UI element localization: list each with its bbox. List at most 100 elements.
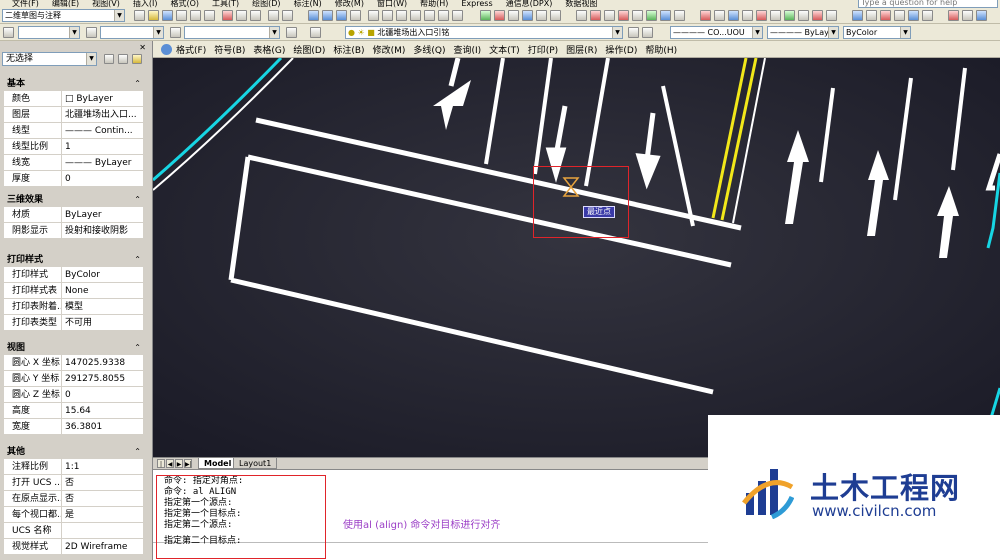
- chevron-down-icon[interactable]: ▼: [114, 10, 124, 21]
- tool-icon-10[interactable]: [618, 10, 629, 21]
- property-row[interactable]: 阴影显示 投射和接收阴影: [4, 223, 143, 239]
- chevron-down-icon[interactable]: ▼: [752, 27, 762, 38]
- collapse-chevron-icon[interactable]: ⌃: [134, 193, 141, 207]
- property-row[interactable]: UCS 名称: [4, 523, 143, 539]
- tool-icon-12[interactable]: [646, 10, 657, 21]
- tool-icon-14[interactable]: [674, 10, 685, 21]
- tool-icon-1[interactable]: [480, 10, 491, 21]
- property-value[interactable]: ——— Contin...: [62, 123, 143, 138]
- tool-icon-8[interactable]: [590, 10, 601, 21]
- menu-item[interactable]: Express: [461, 0, 492, 8]
- property-value[interactable]: 北疆堆场出入口...: [62, 107, 143, 122]
- property-value[interactable]: None: [62, 283, 143, 298]
- tool-icon-21[interactable]: [784, 10, 795, 21]
- zoom-previous-icon[interactable]: [350, 10, 361, 21]
- text-style-icon[interactable]: [3, 27, 14, 38]
- tool-palettes-icon[interactable]: [396, 10, 407, 21]
- lineweight-select[interactable]: ———— ByLayer ▼: [767, 26, 839, 39]
- property-row[interactable]: 线宽 ——— ByLayer: [4, 155, 143, 171]
- menu-item[interactable]: 格式(O): [170, 0, 199, 8]
- property-value[interactable]: 是: [62, 507, 143, 522]
- tool-icon-26[interactable]: [866, 10, 877, 21]
- save-icon[interactable]: [162, 10, 173, 21]
- layer-properties-icon[interactable]: [310, 27, 321, 38]
- property-row[interactable]: 每个视口都... 是: [4, 507, 143, 523]
- menu-item[interactable]: 插入(I): [133, 0, 158, 8]
- property-value[interactable]: □ ByLayer: [62, 91, 143, 106]
- property-value[interactable]: ——— ByLayer: [62, 155, 143, 170]
- markup-icon[interactable]: [424, 10, 435, 21]
- property-value[interactable]: 1:1: [62, 459, 143, 474]
- collapse-chevron-icon[interactable]: ⌃: [134, 77, 141, 91]
- property-value[interactable]: 2D Wireframe: [62, 539, 143, 554]
- menu-item[interactable]: 数据视图: [565, 0, 597, 8]
- workspace-select[interactable]: 二维草图与注释 ▼: [2, 9, 125, 22]
- drawing-menu-item[interactable]: 文本(T): [489, 43, 520, 56]
- make-current-layer-icon[interactable]: [628, 27, 639, 38]
- tool-icon-20[interactable]: [770, 10, 781, 21]
- section-header[interactable]: 打印样式 ⌃: [4, 253, 143, 267]
- tool-icon-25[interactable]: [852, 10, 863, 21]
- chevron-down-icon[interactable]: ▼: [69, 27, 79, 38]
- multileader-icon[interactable]: [286, 27, 297, 38]
- property-row[interactable]: 打印样式 ByColor: [4, 267, 143, 283]
- pan-icon[interactable]: [308, 10, 319, 21]
- property-row[interactable]: 打印表类型 不可用: [4, 315, 143, 331]
- section-header[interactable]: 其他 ⌃: [4, 445, 143, 459]
- tool-icon-17[interactable]: [728, 10, 739, 21]
- property-value[interactable]: 否: [62, 491, 143, 506]
- table-style-icon[interactable]: [170, 27, 181, 38]
- new-file-icon[interactable]: [134, 10, 145, 21]
- publish-icon[interactable]: [204, 10, 215, 21]
- property-value[interactable]: 模型: [62, 299, 143, 314]
- property-value[interactable]: 15.64: [62, 403, 143, 418]
- tool-icon-3[interactable]: [508, 10, 519, 21]
- tool-icon-31[interactable]: [948, 10, 959, 21]
- chevron-down-icon[interactable]: ▼: [828, 27, 838, 38]
- undo-icon[interactable]: [268, 10, 279, 21]
- calculator-icon[interactable]: [438, 10, 449, 21]
- property-value[interactable]: 投射和接收阴影: [62, 223, 143, 238]
- tool-icon-9[interactable]: [604, 10, 615, 21]
- property-value[interactable]: 0: [62, 171, 143, 186]
- tool-icon-11[interactable]: [632, 10, 643, 21]
- tool-icon-13[interactable]: [660, 10, 671, 21]
- menu-item[interactable]: 帮助(H): [420, 0, 448, 8]
- drawing-menu-item[interactable]: 标注(B): [333, 43, 364, 56]
- dim-style-select[interactable]: ▼: [100, 26, 164, 39]
- property-value[interactable]: 0: [62, 387, 143, 402]
- last-tab-icon[interactable]: ▶|: [184, 459, 192, 468]
- menu-item[interactable]: 修改(M): [335, 0, 364, 8]
- menu-item[interactable]: 绘图(D): [252, 0, 280, 8]
- layer-select[interactable]: ● ☀ ■ 北疆堆场出入口引铭 ▼: [345, 26, 623, 39]
- cut-icon[interactable]: [222, 10, 233, 21]
- tool-icon-24[interactable]: [826, 10, 837, 21]
- property-row[interactable]: 线型比例 1: [4, 139, 143, 155]
- previous-tab-icon[interactable]: ◀: [166, 459, 174, 468]
- chevron-down-icon[interactable]: ▼: [153, 27, 163, 38]
- drawing-menu-item[interactable]: 修改(M): [373, 43, 406, 56]
- paste-icon[interactable]: [250, 10, 261, 21]
- tool-icon-15[interactable]: [700, 10, 711, 21]
- tool-icon-29[interactable]: [908, 10, 919, 21]
- tool-icon-2[interactable]: [494, 10, 505, 21]
- property-value[interactable]: ByLayer: [62, 207, 143, 222]
- tool-icon-28[interactable]: [894, 10, 905, 21]
- zoom-window-icon[interactable]: [336, 10, 347, 21]
- tool-icon-19[interactable]: [756, 10, 767, 21]
- tool-icon-7[interactable]: [576, 10, 587, 21]
- preview-icon[interactable]: [190, 10, 201, 21]
- tool-icon-22[interactable]: [798, 10, 809, 21]
- tool-icon-33[interactable]: [976, 10, 987, 21]
- drawing-menu-item[interactable]: 符号(B): [214, 43, 245, 56]
- property-value[interactable]: 不可用: [62, 315, 143, 330]
- property-row[interactable]: 高度 15.64: [4, 403, 143, 419]
- property-row[interactable]: 打印表附着... 模型: [4, 299, 143, 315]
- drawing-menu-item[interactable]: 绘图(D): [293, 43, 325, 56]
- collapse-chevron-icon[interactable]: ⌃: [134, 445, 141, 459]
- tool-icon-5[interactable]: [536, 10, 547, 21]
- property-row[interactable]: 圆心 Z 坐标 0: [4, 387, 143, 403]
- selection-select[interactable]: 无选择 ▼: [2, 52, 97, 66]
- tab-model[interactable]: Model: [198, 458, 238, 469]
- property-row[interactable]: 颜色 □ ByLayer: [4, 91, 143, 107]
